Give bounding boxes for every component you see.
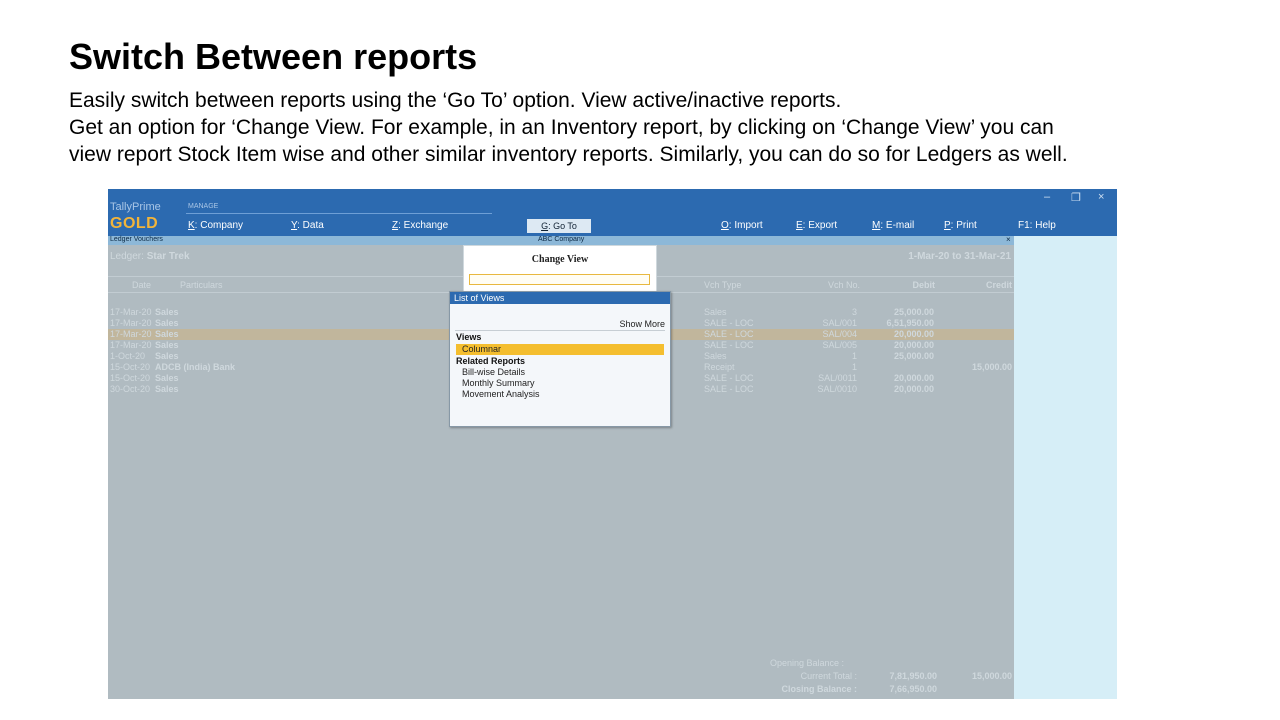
col-particulars: Particulars — [180, 280, 223, 290]
cell-vch-no: SAL/004 — [822, 329, 857, 339]
menu-company[interactable]: K: Company — [188, 220, 243, 231]
change-view-title: Change View — [531, 254, 589, 265]
menu-exchange[interactable]: Z: Exchange — [392, 220, 448, 231]
current-total-credit: 15,000.00 — [971, 671, 1012, 681]
report-period: 1-Mar-20 to 31-Mar-21 — [908, 251, 1011, 262]
col-date: Date — [132, 280, 152, 290]
cell-vch-type: SALE - LOC — [704, 373, 754, 383]
menu-help[interactable]: F1: Help — [1018, 220, 1056, 231]
app-edition: GOLD — [110, 215, 159, 232]
cell-debit: 25,000.00 — [893, 307, 934, 317]
cell-vch-type: Receipt — [704, 362, 735, 372]
report-title: Ledger Vouchers — [110, 236, 163, 243]
menu-email[interactable]: M: E-mail — [872, 220, 914, 231]
description-line: Easily switch between reports using the … — [69, 89, 842, 112]
cell-vch-type: Sales — [704, 351, 727, 361]
description-line: Get an option for ‘Change View. For exam… — [69, 116, 1054, 139]
closing-balance-label: Closing Balance : — [781, 684, 857, 694]
cell-date: 17-Mar-20 — [110, 340, 152, 350]
cell-particulars: Sales — [155, 340, 179, 350]
cell-vch-type: SALE - LOC — [704, 340, 754, 350]
cell-particulars: Sales — [155, 351, 179, 361]
restore-icon[interactable]: ❐ — [1071, 191, 1081, 204]
cell-debit: 20,000.00 — [893, 329, 934, 339]
cell-vch-no: SAL/0011 — [818, 373, 857, 383]
cell-particulars: Sales — [155, 307, 179, 317]
cell-debit: 20,000.00 — [893, 373, 934, 383]
cell-particulars: Sales — [155, 329, 179, 339]
app-name: TallyPrime — [110, 201, 161, 213]
col-debit: Debit — [912, 280, 936, 290]
minimize-icon[interactable]: – — [1044, 191, 1050, 203]
cell-particulars: Sales — [155, 318, 179, 328]
slide-title: Switch Between reports — [69, 36, 478, 77]
ledger-name: Star Trek — [146, 251, 190, 262]
description-line: view report Stock Item wise and other si… — [69, 143, 1068, 166]
cell-particulars: ADCB (India) Bank — [155, 362, 236, 372]
view-item-columnar[interactable]: Columnar — [456, 344, 664, 355]
show-more-button[interactable]: Show More — [619, 319, 665, 329]
cell-credit: 15,000.00 — [971, 362, 1012, 372]
related-item-monthly-summary[interactable]: Monthly Summary — [456, 378, 664, 389]
cell-date: 15-Oct-20 — [110, 362, 151, 372]
views-group-heading: Views — [456, 332, 482, 342]
cell-date: 15-Oct-20 — [110, 373, 151, 383]
menu-export[interactable]: E: Export — [796, 220, 837, 231]
cell-debit: 20,000.00 — [893, 340, 934, 350]
cell-vch-type: SALE - LOC — [704, 384, 754, 394]
ledger-info: Ledger: Star Trek — [110, 251, 190, 262]
manage-label: MANAGE — [188, 203, 219, 210]
cell-debit: 6,51,950.00 — [886, 318, 934, 328]
top-menu-bar: TallyPrime GOLD MANAGE K: Company Y: Dat… — [108, 189, 1117, 236]
current-total-debit: 7,81,950.00 — [889, 671, 937, 681]
cell-vch-type: SALE - LOC — [704, 318, 754, 328]
list-of-views-panel: List of Views Show More Views Columnar R… — [449, 291, 671, 427]
tally-window: TallyPrime GOLD MANAGE K: Company Y: Dat… — [108, 189, 1117, 699]
current-total-label: Current Total : — [800, 671, 857, 681]
cell-date: 17-Mar-20 — [110, 318, 152, 328]
related-item-movement-analysis[interactable]: Movement Analysis — [456, 389, 664, 400]
cell-vch-type: SALE - LOC — [704, 329, 754, 339]
closing-balance-debit: 7,66,950.00 — [889, 684, 937, 694]
cell-vch-no: 1 — [851, 351, 857, 361]
cell-date: 30-Oct-20 — [110, 384, 151, 394]
cell-debit: 25,000.00 — [893, 351, 934, 361]
cell-debit: 20,000.00 — [893, 384, 934, 394]
cell-vch-type: Sales — [704, 307, 727, 317]
button-bar-panel — [1014, 236, 1117, 699]
change-view-dialog: Change View — [463, 245, 657, 293]
manage-divider — [186, 213, 492, 214]
close-icon[interactable]: × — [1098, 191, 1104, 203]
goto-button[interactable]: G: Go To — [527, 219, 591, 233]
change-view-input[interactable] — [469, 274, 650, 285]
report-header-bar: Ledger Vouchers ABC Company × — [108, 235, 1014, 245]
cell-vch-no: 1 — [851, 362, 857, 372]
cell-date: 17-Mar-20 — [110, 329, 152, 339]
menu-import[interactable]: O: Import — [721, 220, 763, 231]
cell-vch-no: SAL/0010 — [817, 384, 857, 394]
menu-data[interactable]: Y: Data — [291, 220, 324, 231]
cell-vch-no: SAL/005 — [822, 340, 857, 350]
cell-particulars: Sales — [155, 373, 179, 383]
col-vch-no: Vch No. — [827, 280, 860, 290]
cell-vch-no: SAL/001 — [822, 318, 857, 328]
col-vch-type: Vch Type — [704, 280, 742, 290]
cell-vch-no: 3 — [851, 307, 857, 317]
close-report-icon[interactable]: × — [1006, 235, 1011, 244]
col-credit: Credit — [985, 280, 1012, 290]
related-item-bill-wise[interactable]: Bill-wise Details — [456, 367, 664, 378]
cell-particulars: Sales — [155, 384, 179, 394]
menu-print[interactable]: P: Print — [944, 220, 977, 231]
list-of-views-header: List of Views — [450, 292, 670, 304]
cell-date: 1-Oct-20 — [110, 351, 146, 361]
slide-description: Easily switch between reports using the … — [69, 87, 1259, 168]
list-divider — [455, 330, 665, 331]
related-reports-heading: Related Reports — [456, 356, 526, 366]
company-name: ABC Company — [538, 236, 585, 243]
opening-balance-label: Opening Balance : — [770, 658, 845, 668]
cell-date: 17-Mar-20 — [110, 307, 152, 317]
